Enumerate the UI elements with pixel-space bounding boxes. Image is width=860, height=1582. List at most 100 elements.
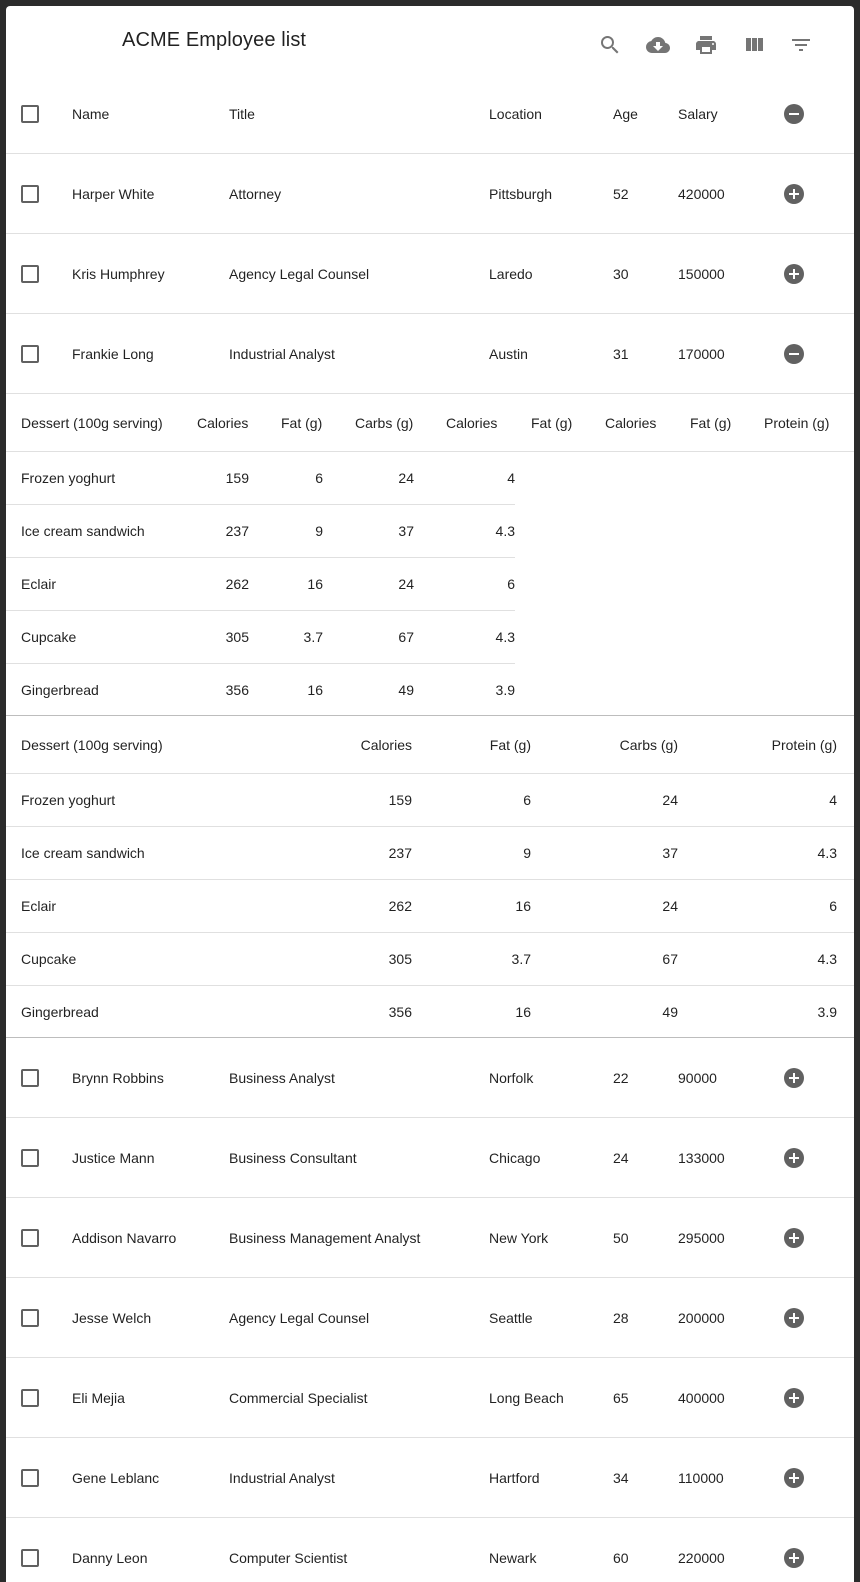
nested-cell: 24: [398, 576, 414, 592]
row-checkbox[interactable]: [21, 1069, 39, 1087]
nested-cell: 159: [388, 792, 412, 808]
nested-cell-dessert: Gingerbread: [21, 682, 99, 698]
table-row[interactable]: Eli Mejia Commercial Specialist Long Beach…: [6, 1358, 854, 1438]
nested-header-dessert: Dessert (100g serving): [21, 415, 163, 431]
nested-cell: 4.3: [495, 629, 515, 645]
expand-row-icon[interactable]: [784, 1468, 804, 1488]
cell-salary: 150000: [678, 266, 725, 282]
cloud-download-icon[interactable]: [646, 33, 670, 57]
nested-header-fat: Fat (g): [489, 737, 531, 753]
nested-cell: 3.7: [511, 951, 531, 967]
view-column-icon[interactable]: [742, 33, 766, 57]
expand-row-icon[interactable]: [784, 1148, 804, 1168]
expand-row-icon[interactable]: [784, 1228, 804, 1248]
table-row[interactable]: Danny Leon Computer Scientist Newark 60 2200…: [6, 1518, 854, 1582]
nested-table-row: Gingerbread 356 16 49 3.9: [6, 664, 515, 717]
nested-table-row: Eclair 262 16 24 6: [6, 558, 515, 611]
expand-row-icon[interactable]: [784, 1068, 804, 1088]
table-toolbar: ACME Employee list: [6, 6, 854, 74]
table-row[interactable]: Brynn Robbins Business Analyst Norfolk 22 90…: [6, 1038, 854, 1118]
nested-cell: 67: [662, 951, 678, 967]
nested-table-row: Cupcake 305 3.7 67 4.3: [6, 933, 854, 986]
nested-table: Dessert (100g serving) Calories Fat (g) …: [6, 716, 854, 1038]
cell-age: 52: [613, 186, 629, 202]
nested-header-calories: Calories: [360, 737, 412, 753]
expand-row-icon[interactable]: [784, 264, 804, 284]
select-all-checkbox[interactable]: [21, 105, 39, 123]
cell-location: Laredo: [489, 266, 533, 282]
nested-cell: 49: [398, 682, 414, 698]
table-row[interactable]: Kris Humphrey Agency Legal Counsel Laredo 3…: [6, 234, 854, 314]
nested-cell-dessert: Cupcake: [21, 951, 77, 967]
nested-cell-dessert: Gingerbread: [21, 1004, 99, 1020]
cell-age: 28: [613, 1310, 629, 1326]
nested-cell-dessert: Frozen yoghurt: [21, 792, 116, 808]
page-title: ACME Employee list: [122, 29, 307, 51]
nested-cell: 16: [515, 1004, 531, 1020]
expand-row-icon[interactable]: [784, 1388, 804, 1408]
table-row[interactable]: Justice Mann Business Consultant Chicago 24…: [6, 1118, 854, 1198]
row-checkbox[interactable]: [21, 265, 39, 283]
nested-cell: 3.9: [817, 1004, 837, 1020]
collapse-row-icon[interactable]: [784, 344, 804, 364]
search-icon[interactable]: [598, 33, 622, 57]
nested-header-protein: Protein (g): [771, 737, 837, 753]
table-row[interactable]: Harper White Attorney Pittsburgh 52 420000: [6, 154, 854, 234]
row-checkbox[interactable]: [21, 1389, 39, 1407]
column-header-salary[interactable]: Salary: [678, 74, 718, 154]
collapse-all-icon[interactable]: [784, 104, 804, 124]
cell-location: Newark: [489, 1550, 537, 1566]
expand-row-icon[interactable]: [784, 184, 804, 204]
nested-cell: 237: [225, 523, 249, 539]
cell-name: Kris Humphrey: [72, 266, 165, 282]
table-row[interactable]: Addison Navarro Business Management Analy…: [6, 1198, 854, 1278]
cell-title: Business Analyst: [229, 1070, 335, 1086]
row-checkbox[interactable]: [21, 1309, 39, 1327]
cell-age: 50: [613, 1230, 629, 1246]
nested-table-row: Cupcake 305 3.7 67 4.3: [6, 611, 515, 664]
filter-list-icon[interactable]: [789, 33, 813, 57]
column-header-age[interactable]: Age: [613, 74, 638, 154]
nested-table-row: Frozen yoghurt 159 6 24 4: [6, 452, 515, 505]
expand-row-icon[interactable]: [784, 1308, 804, 1328]
cell-name: Harper White: [72, 186, 155, 202]
table-row[interactable]: Frankie Long Industrial Analyst Austin 31 17…: [6, 314, 854, 394]
nested-table-row: Gingerbread 356 16 49 3.9: [6, 986, 854, 1039]
row-checkbox[interactable]: [21, 1229, 39, 1247]
cell-salary: 170000: [678, 346, 725, 362]
column-header-name[interactable]: Name: [72, 74, 109, 154]
nested-cell: 49: [662, 1004, 678, 1020]
column-header-location[interactable]: Location: [489, 74, 542, 154]
nested-header-carbs: Carbs (g): [355, 415, 414, 431]
column-header-title[interactable]: Title: [229, 74, 255, 154]
nested-header-calories-2: Calories: [446, 415, 498, 431]
row-checkbox[interactable]: [21, 1149, 39, 1167]
nested-cell: 6: [507, 576, 515, 592]
employee-table-paper: ACME Employee list Name Title Location A…: [6, 6, 854, 1582]
nested-cell: 9: [523, 845, 531, 861]
row-checkbox[interactable]: [21, 345, 39, 363]
nested-cell: 4: [507, 470, 515, 486]
nested-cell: 305: [388, 951, 412, 967]
cell-name: Eli Mejia: [72, 1390, 125, 1406]
nested-cell: 16: [307, 576, 323, 592]
nested-cell: 24: [662, 792, 678, 808]
nested-cell: 9: [315, 523, 323, 539]
nested-cell-dessert: Eclair: [21, 576, 57, 592]
nested-cell: 16: [307, 682, 323, 698]
cell-name: Danny Leon: [72, 1550, 148, 1566]
print-icon[interactable]: [694, 33, 718, 57]
nested-header-carbs: Carbs (g): [619, 737, 678, 753]
nested-header-dessert: Dessert (100g serving): [21, 737, 163, 753]
table-row[interactable]: Jesse Welch Agency Legal Counsel Seattle 28…: [6, 1278, 854, 1358]
expand-row-icon[interactable]: [784, 1548, 804, 1568]
cell-location: Hartford: [489, 1470, 540, 1486]
nested-cell: 3.7: [303, 629, 323, 645]
row-checkbox[interactable]: [21, 185, 39, 203]
row-checkbox[interactable]: [21, 1549, 39, 1567]
row-checkbox[interactable]: [21, 1469, 39, 1487]
cell-title: Agency Legal Counsel: [229, 266, 370, 282]
nested-cell: 4: [829, 792, 837, 808]
table-row[interactable]: Gene Leblanc Industrial Analyst Hartford 34…: [6, 1438, 854, 1518]
cell-title: Commercial Specialist: [229, 1390, 368, 1406]
